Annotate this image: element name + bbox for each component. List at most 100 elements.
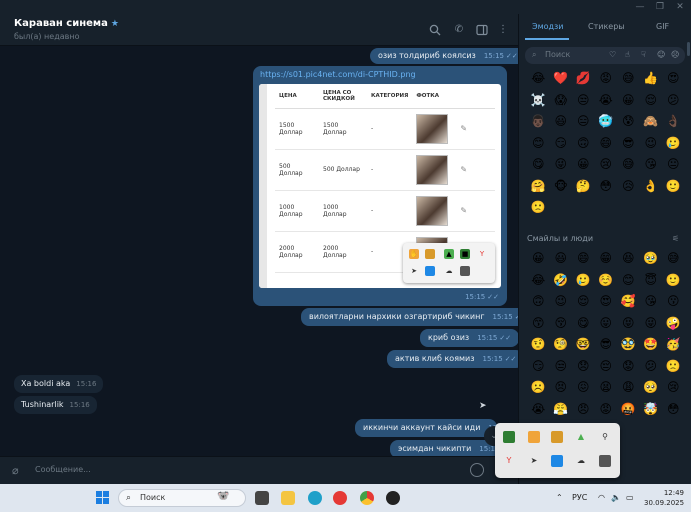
emoji-item[interactable]: 😇: [640, 270, 663, 292]
emoji-item[interactable]: 🥲: [662, 133, 685, 155]
emoji-item[interactable]: 😋: [527, 154, 550, 176]
emoji-item[interactable]: 😣: [550, 377, 573, 399]
emoji-item[interactable]: 🤩: [640, 334, 663, 356]
emoji-item[interactable]: 🤗: [527, 176, 550, 198]
battery-icon[interactable]: ▭: [626, 493, 634, 502]
emoji-item[interactable]: 😕: [640, 356, 663, 378]
grid-app-icon[interactable]: [460, 266, 470, 276]
emoji-item[interactable]: 😏: [550, 133, 573, 155]
thumbs-up-category-icon[interactable]: ☝: [625, 50, 630, 59]
emoji-item[interactable]: 😢: [662, 377, 685, 399]
edge-icon[interactable]: [308, 491, 322, 505]
emoji-item[interactable]: 😛: [595, 313, 618, 335]
emoji-item[interactable]: 😭: [527, 399, 550, 421]
emoji-item[interactable]: 😀: [527, 248, 550, 270]
telegram-tray-icon[interactable]: ➤: [409, 266, 419, 276]
emoji-item[interactable]: 😅: [662, 248, 685, 270]
message-in[interactable]: Tushinarlik 15:16: [14, 396, 97, 414]
emoji-item[interactable]: 🥳: [662, 334, 685, 356]
emoji-item[interactable]: 😳: [595, 176, 618, 198]
nvidia-icon[interactable]: [503, 431, 515, 443]
search-icon[interactable]: [429, 24, 441, 36]
emoji-item[interactable]: 😌: [572, 291, 595, 313]
emoji-item[interactable]: 💋: [572, 68, 595, 90]
emoji-item[interactable]: 😙: [527, 313, 550, 335]
message-input[interactable]: Сообщение...: [35, 465, 91, 474]
phone-icon[interactable]: ✆: [453, 24, 465, 36]
emoji-item[interactable]: 😍: [662, 68, 685, 90]
emoji-item[interactable]: 🙃: [527, 291, 550, 313]
emoji-item[interactable]: 😃: [550, 111, 573, 133]
emoji-item[interactable]: 😢: [595, 154, 618, 176]
stack-app-icon[interactable]: [425, 249, 435, 259]
emoji-item[interactable]: 🥶: [595, 111, 618, 133]
sad-category-icon[interactable]: ☹: [671, 50, 679, 59]
emoji-item[interactable]: 😐: [662, 154, 685, 176]
emoji-item[interactable]: 😄: [595, 133, 618, 155]
emoji-item[interactable]: 😒: [572, 90, 595, 112]
emoji-item[interactable]: 😅: [617, 68, 640, 90]
cloud-icon[interactable]: ☁: [444, 266, 454, 276]
emoji-item[interactable]: 😭: [595, 90, 618, 112]
emoji-item[interactable]: 😡: [595, 68, 618, 90]
taskbar-clock[interactable]: 12:49 30.09.2025: [644, 488, 684, 508]
emoji-item[interactable]: 😍: [595, 291, 618, 313]
emoji-item[interactable]: 😎: [617, 133, 640, 155]
defender-icon[interactable]: [425, 266, 435, 276]
emoji-item[interactable]: 😅: [617, 154, 640, 176]
file-explorer-icon[interactable]: [281, 491, 295, 505]
message-out[interactable]: криб озиз 15:15 ✓✓: [420, 329, 518, 347]
paw-app-icon[interactable]: [528, 431, 540, 443]
emoji-item[interactable]: 🙃: [572, 133, 595, 155]
message-out[interactable]: актив клиб коямиз 15:15 ✓✓: [387, 350, 518, 368]
message-out[interactable]: вилоятларни нархики озгартириб чикинг 15:…: [301, 308, 518, 326]
emoji-item[interactable]: 😒: [550, 356, 573, 378]
emoji-item[interactable]: ❤️: [550, 68, 573, 90]
emoji-item[interactable]: 😜: [640, 313, 663, 335]
language-indicator[interactable]: РУС: [572, 493, 587, 502]
emoji-item[interactable]: ☺️: [595, 270, 618, 292]
emoji-item[interactable]: 😜: [550, 154, 573, 176]
section-settings-icon[interactable]: ⚟: [672, 234, 679, 243]
drive-icon[interactable]: ▲: [575, 431, 587, 443]
more-menu-icon[interactable]: ⋮: [497, 24, 509, 36]
emoji-item[interactable]: 😠: [572, 399, 595, 421]
defender-icon[interactable]: [551, 455, 563, 467]
telegram-tray-icon[interactable]: ➤: [528, 455, 540, 467]
yandex-icon[interactable]: Y: [503, 455, 515, 467]
volume-icon[interactable]: 🔈: [611, 493, 621, 502]
emoji-item[interactable]: 😉: [640, 133, 663, 155]
app-icon[interactable]: [386, 491, 400, 505]
emoji-item[interactable]: 😏: [527, 356, 550, 378]
emoji-item[interactable]: 🥹: [640, 248, 663, 270]
emoji-item[interactable]: 😩: [617, 377, 640, 399]
message-link[interactable]: https://s01.pic4net.com/di-CPTHID.png: [260, 70, 416, 79]
wifi-icon[interactable]: ◠: [598, 493, 605, 502]
emoji-item[interactable]: 😃: [550, 248, 573, 270]
tab-stickers[interactable]: Стикеры: [588, 22, 625, 31]
emoji-item[interactable]: 🙁: [527, 197, 550, 219]
stack-app-icon[interactable]: [551, 431, 563, 443]
nvidia-icon[interactable]: ■: [460, 249, 470, 259]
emoji-item[interactable]: 👌: [640, 176, 663, 198]
emoji-item[interactable]: 😖: [572, 377, 595, 399]
emoji-item[interactable]: 😘: [640, 154, 663, 176]
emoji-item[interactable]: 🙁: [662, 356, 685, 378]
emoji-item[interactable]: 🥲: [572, 270, 595, 292]
emoji-item[interactable]: ☠️: [527, 90, 550, 112]
emoji-item[interactable]: 😉: [550, 291, 573, 313]
emoji-item[interactable]: 😗: [662, 291, 685, 313]
emoji-item[interactable]: 🥺: [640, 377, 663, 399]
message-out[interactable]: иккинчи аккаунт кайси иди15:1: [355, 419, 497, 437]
emoji-item[interactable]: 😥: [617, 176, 640, 198]
emoji-item[interactable]: 😑: [572, 111, 595, 133]
close-icon[interactable]: ✕: [670, 0, 690, 14]
message-out[interactable]: озиз толдириб коялсиз 15:15 ✓✓: [370, 48, 518, 64]
emoji-item[interactable]: 😰: [617, 111, 640, 133]
emoji-item[interactable]: 😤: [550, 399, 573, 421]
emoji-item[interactable]: 👨🏿: [527, 111, 550, 133]
yandex-browser-icon[interactable]: [333, 491, 347, 505]
chrome-icon[interactable]: [360, 491, 374, 505]
grid-app-icon[interactable]: [599, 455, 611, 467]
attach-icon[interactable]: ⌀: [12, 464, 19, 477]
